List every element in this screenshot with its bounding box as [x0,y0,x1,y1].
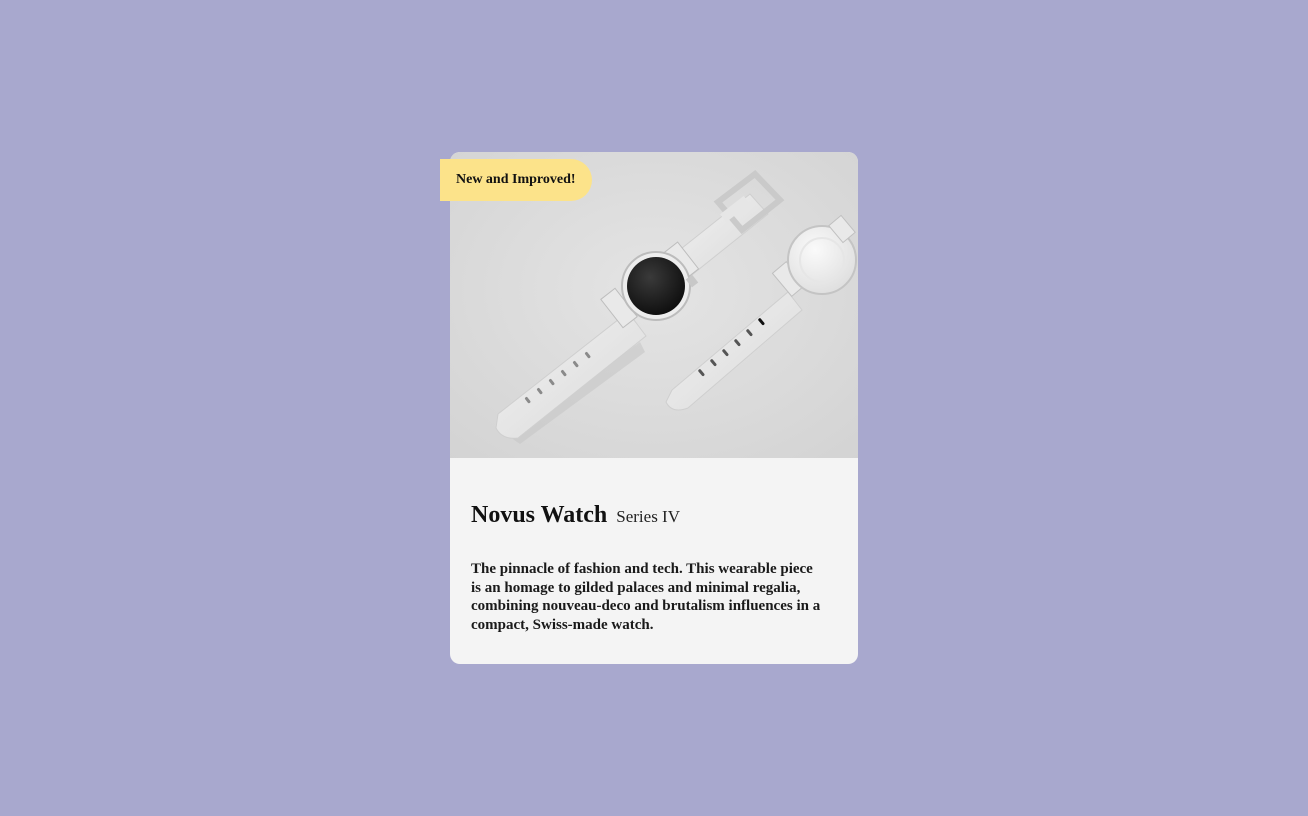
product-description: The pinnacle of fashion and tech. This w… [471,561,821,633]
page-background: { "colors": { "background": "#a8a8ce", "… [0,0,1308,816]
product-title: Novus Watch Series IV [471,500,831,532]
new-badge: New and Improved! [440,159,592,201]
product-series: Series IV [616,507,680,526]
card-body: Novus Watch Series IV The pinnacle of fa… [471,500,831,634]
product-name: Novus Watch [471,502,614,528]
product-card: New and Improved! Novus Watch Series IV … [440,152,858,664]
